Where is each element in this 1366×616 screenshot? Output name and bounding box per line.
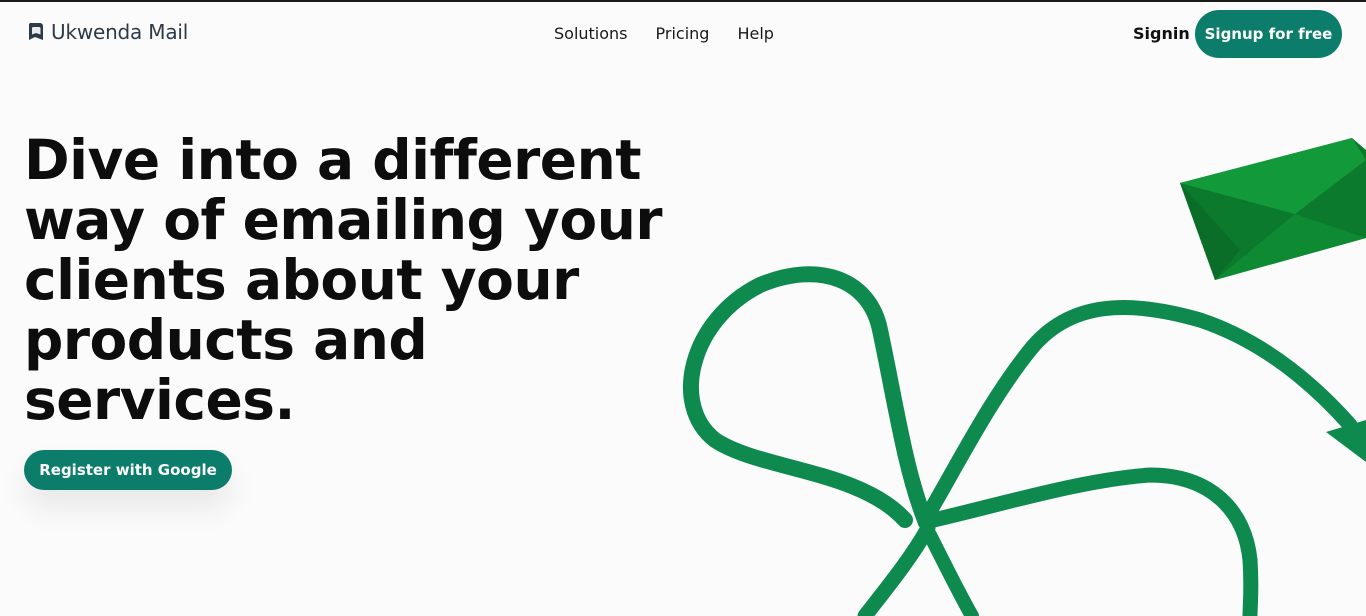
nav-item-help[interactable]: Help	[737, 24, 773, 44]
envelope-icon	[1180, 138, 1366, 280]
nav-item-pricing[interactable]: Pricing	[656, 24, 710, 44]
nav-item-solutions[interactable]: Solutions	[554, 24, 628, 44]
window-top-border	[0, 0, 1366, 2]
mail-tag-icon	[28, 23, 43, 40]
register-with-google-button[interactable]: Register with Google	[24, 450, 232, 490]
hero-title: Dive into a different way of emailing yo…	[24, 128, 662, 432]
ribbon-icon	[683, 266, 1366, 616]
main-nav: Solutions Pricing Help	[554, 24, 774, 44]
signup-button[interactable]: Signup for free	[1195, 10, 1342, 58]
brand-logo[interactable]: Ukwenda Mail	[27, 20, 188, 44]
brand-name: Ukwenda Mail	[51, 20, 189, 44]
envelope-ribbon-illustration	[683, 138, 1366, 616]
signin-link[interactable]: Signin	[1133, 24, 1190, 44]
